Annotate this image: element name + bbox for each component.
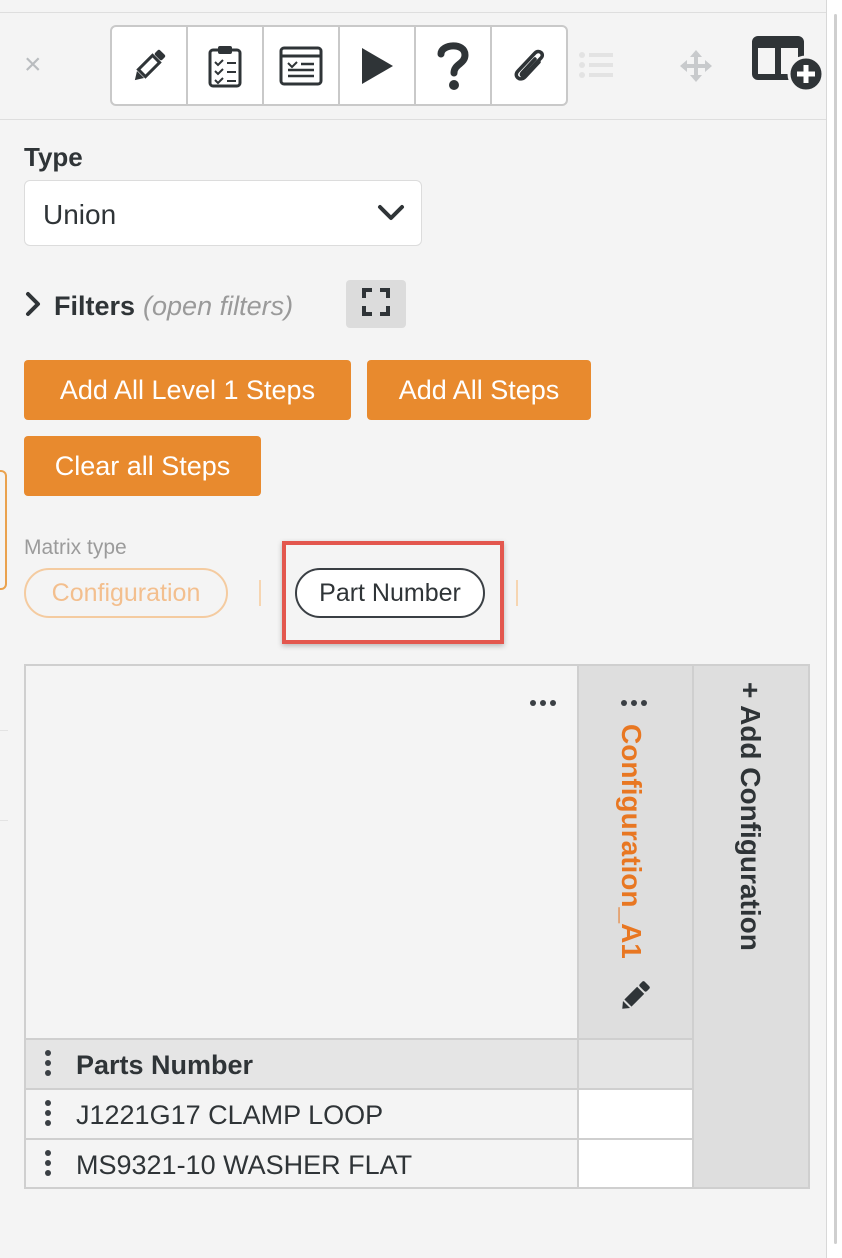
vertical-scrollbar[interactable]	[826, 0, 842, 1258]
expand-button[interactable]	[346, 280, 406, 328]
row-label: J1221G17 CLAMP LOOP	[76, 1100, 384, 1130]
header-divider	[0, 119, 826, 120]
scrollbar-thumb[interactable]	[834, 14, 837, 1244]
form-document-icon[interactable]	[264, 27, 340, 104]
corner-menu-icon[interactable]	[530, 700, 556, 706]
edit-pencil-icon[interactable]	[112, 27, 188, 104]
left-panel-edge	[0, 470, 7, 590]
list-icon[interactable]	[578, 50, 614, 80]
table-row: J1221G17 CLAMP LOOP	[26, 1090, 579, 1140]
filters-title: Filters	[54, 290, 136, 321]
row-label: MS9321-10 WASHER FLAT	[76, 1150, 413, 1180]
row-header-menu-icon[interactable]	[45, 1050, 51, 1076]
filters-toggle[interactable]: Filters (open filters)	[24, 286, 293, 326]
move-arrows-icon[interactable]	[678, 48, 714, 84]
chevron-down-icon	[377, 203, 405, 228]
type-select[interactable]: Union	[24, 180, 422, 246]
play-icon[interactable]	[340, 27, 416, 104]
expand-icon	[362, 287, 390, 321]
left-divider	[0, 820, 8, 821]
column-title: Configuration_A1	[616, 724, 647, 959]
type-label: Type	[24, 142, 83, 172]
matrix-cell[interactable]	[579, 1140, 694, 1187]
paperclip-attachment-icon[interactable]	[492, 27, 566, 104]
add-column-layout-icon[interactable]	[752, 34, 824, 92]
table-row: MS9321-10 WASHER FLAT	[26, 1140, 579, 1187]
column-menu-icon[interactable]	[621, 700, 647, 706]
separator	[516, 580, 518, 606]
matrix-table: Configuration_A1 + Add Configuration Par…	[24, 664, 810, 1189]
matrix-type-configuration[interactable]: Configuration	[24, 568, 228, 618]
row-menu-icon[interactable]	[45, 1150, 51, 1176]
row-header-cell	[579, 1040, 694, 1090]
add-all-level1-steps-button[interactable]: Add All Level 1 Steps	[24, 360, 351, 420]
left-divider	[0, 730, 8, 731]
top-divider	[0, 12, 826, 13]
add-all-steps-button[interactable]: Add All Steps	[367, 360, 591, 420]
matrix-cell[interactable]	[579, 1090, 694, 1140]
edit-pencil-icon[interactable]	[617, 978, 653, 1019]
matrix-corner-cell	[26, 666, 579, 1040]
add-configuration-column[interactable]: + Add Configuration	[694, 666, 808, 1187]
row-menu-icon[interactable]	[45, 1100, 51, 1126]
row-header-title: Parts Number	[76, 1050, 254, 1080]
separator	[259, 580, 261, 606]
filters-hint: (open filters)	[143, 290, 294, 321]
step-toolbar	[110, 25, 568, 106]
type-select-value: Union	[43, 199, 117, 230]
add-configuration-label: + Add Configuration	[735, 682, 766, 951]
checklist-clipboard-icon[interactable]	[188, 27, 264, 104]
chevron-right-icon	[24, 291, 42, 322]
help-question-icon[interactable]	[416, 27, 492, 104]
row-header: Parts Number	[26, 1040, 579, 1090]
clear-all-steps-button[interactable]: Clear all Steps	[24, 436, 261, 496]
matrix-type-label: Matrix type	[24, 536, 127, 559]
close-icon[interactable]: ×	[24, 50, 42, 80]
matrix-type-part-number[interactable]: Part Number	[295, 568, 485, 618]
column-header-configuration[interactable]: Configuration_A1	[579, 666, 694, 1040]
